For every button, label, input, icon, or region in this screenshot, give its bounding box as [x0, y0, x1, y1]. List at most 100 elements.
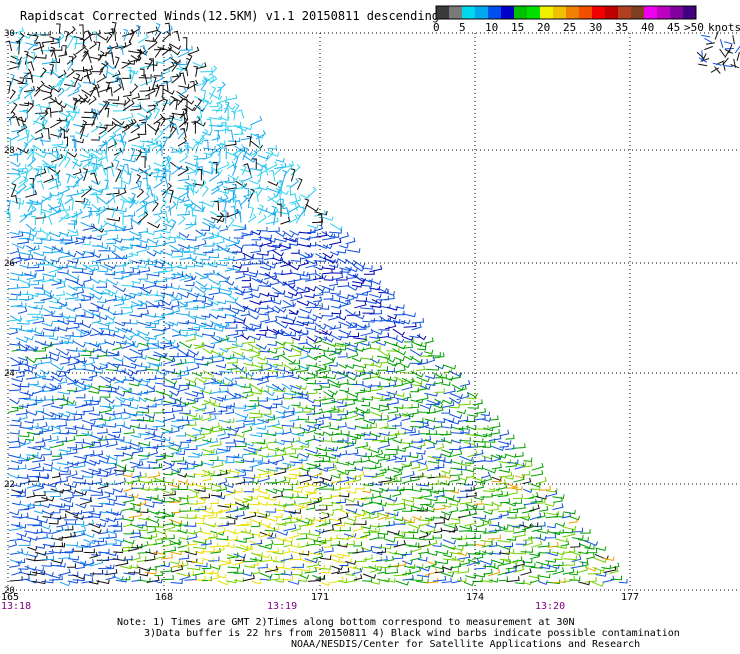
wind-barb: [376, 342, 386, 346]
wind-barb: [234, 578, 244, 582]
wind-barb: [171, 166, 178, 175]
wind-barb: [376, 534, 384, 538]
wind-barb: [10, 247, 19, 253]
wind-barb: [180, 288, 192, 292]
wind-barb: [64, 399, 74, 404]
wind-barb: [385, 538, 395, 542]
wind-barb: [410, 564, 423, 568]
wind-barb: [704, 47, 712, 50]
wind-barb: [537, 477, 547, 484]
wind-barb: [704, 38, 712, 43]
wind-barb: [249, 410, 260, 414]
wind-barb: [73, 303, 81, 309]
wind-barb: [179, 88, 187, 96]
wind-barb: [492, 464, 501, 469]
wind-barb: [458, 542, 467, 546]
wind-barb: [720, 49, 725, 56]
wind-barb: [480, 493, 492, 497]
wind-barb: [51, 107, 62, 113]
wind-barb: [123, 252, 133, 258]
wind-barb: [305, 326, 316, 330]
wind-barb: [504, 543, 512, 547]
wind-barb: [211, 327, 224, 331]
wind-barb: [97, 429, 107, 434]
wind-barb: [235, 273, 244, 279]
wind-barb: [106, 309, 116, 314]
wind-barb: [24, 336, 33, 340]
wind-barb: [416, 461, 426, 465]
wind-barb: [62, 46, 66, 55]
wind-barb: [233, 352, 244, 356]
wind-barb: [58, 554, 70, 559]
wind-barb: [161, 554, 172, 559]
wind-barb: [435, 388, 445, 392]
wind-barb: [35, 124, 44, 133]
wind-barb: [217, 262, 227, 266]
wind-barb: [84, 549, 95, 553]
wind-barb: [401, 343, 412, 348]
wind-barb: [307, 372, 318, 376]
wind-barb: [97, 299, 106, 303]
wind-barb: [9, 535, 22, 541]
wind-barb: [226, 354, 234, 359]
wind-barb: [211, 351, 223, 356]
wind-barb: [83, 276, 91, 282]
wind-barb: [441, 481, 450, 485]
wind-barb: [449, 414, 461, 418]
wind-barb: [185, 222, 192, 229]
wind-barb: [155, 380, 164, 384]
wind-barb: [219, 559, 230, 563]
wind-barb: [161, 77, 172, 84]
wind-barb: [193, 545, 206, 549]
wind-barb: [408, 488, 421, 492]
wind-barb: [92, 204, 101, 210]
wind-barb: [291, 257, 301, 261]
wind-barb: [291, 336, 300, 340]
wind-barb: [251, 485, 259, 490]
wind-barb: [338, 353, 347, 357]
wind-barb: [737, 52, 739, 61]
wind-barb: [214, 202, 219, 211]
wind-barb: [41, 104, 50, 108]
wind-barb: [347, 376, 356, 380]
wind-barb: [401, 440, 413, 444]
wind-barb: [284, 486, 293, 490]
wind-barb: [179, 342, 192, 348]
wind-barb: [172, 273, 184, 279]
wind-barb: [250, 531, 261, 535]
wind-barb: [570, 516, 580, 520]
wind-barb: [19, 264, 28, 268]
wind-barb: [698, 64, 707, 66]
wind-barb: [42, 273, 55, 277]
wind-barb: [130, 349, 143, 355]
wind-barb: [98, 493, 110, 499]
wind-barb: [138, 516, 149, 520]
wind-barb: [473, 477, 483, 481]
wind-barb: [498, 440, 511, 444]
wind-barb: [356, 291, 368, 295]
wind-barb: [49, 436, 59, 442]
wind-barb: [123, 91, 131, 96]
wind-barb: [409, 543, 419, 547]
legend-swatch: [670, 6, 684, 19]
wind-barb: [361, 494, 373, 499]
wind-barb: [25, 190, 36, 197]
wind-barb: [241, 521, 251, 525]
wind-barb: [108, 96, 119, 100]
wind-barb: [488, 569, 499, 576]
wind-barb: [161, 563, 170, 567]
wind-barb: [210, 569, 219, 573]
wind-barb: [564, 556, 577, 560]
wind-barb: [268, 182, 278, 186]
wind-barb: [106, 565, 115, 569]
wind-barb: [259, 388, 269, 392]
wind-barb: [169, 447, 180, 451]
wind-barb: [89, 524, 101, 528]
wind-barb: [162, 541, 171, 547]
wind-barb: [172, 407, 183, 412]
wind-barb: [178, 129, 185, 140]
wind-barb: [192, 484, 205, 488]
wind-barb: [187, 514, 197, 518]
wind-barb: [450, 465, 462, 469]
wind-barb: [290, 416, 299, 421]
